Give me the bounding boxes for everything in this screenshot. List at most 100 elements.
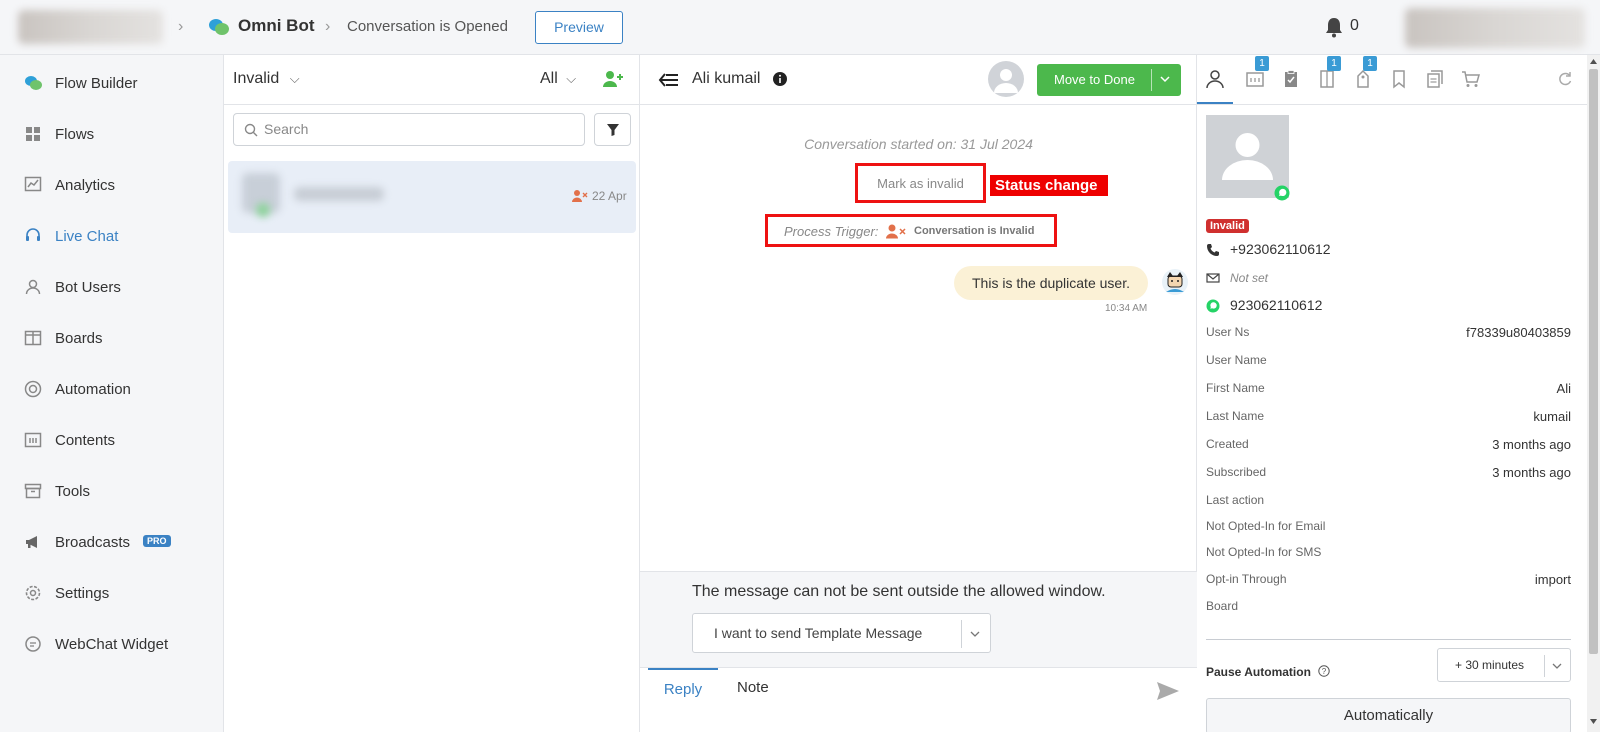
add-user-icon[interactable] (602, 69, 624, 89)
svg-text:?: ? (1322, 667, 1327, 676)
pause-duration-select[interactable]: + 30 minutes (1437, 648, 1571, 682)
phone-icon (1207, 244, 1219, 256)
tab-tags[interactable]: 1 (1353, 56, 1377, 89)
scrollbar-thumb[interactable] (1589, 69, 1598, 654)
help-icon[interactable]: ? (1318, 665, 1330, 677)
field-row: First Name Ali (1206, 381, 1571, 399)
bell-icon[interactable] (1324, 16, 1344, 38)
sidebar-item-flows[interactable]: Flows (0, 114, 224, 154)
field-value: 3 months ago (1492, 465, 1571, 480)
channel-dot (256, 203, 270, 217)
tab-tasks[interactable] (1281, 69, 1301, 89)
conversation-list-item[interactable]: 22 Apr (228, 161, 636, 233)
chevron-down-icon[interactable] (1160, 75, 1170, 83)
sidebar-item-analytics[interactable]: Analytics (0, 165, 224, 205)
preview-button[interactable]: Preview (535, 11, 623, 44)
tab-badge: 1 (1327, 56, 1341, 71)
whatsapp-number: 923062110612 (1230, 297, 1323, 313)
status-change-annotation: Status change (990, 175, 1108, 196)
mail-icon (1206, 273, 1220, 283)
window-notice-text: The message can not be sent outside the … (692, 583, 1106, 600)
sidebar-item-label: Flows (55, 125, 95, 143)
tab-note[interactable]: Note (737, 668, 769, 708)
user-invalid-icon (886, 224, 906, 239)
sidebar-item-webchat-widget[interactable]: WebChat Widget (0, 624, 224, 664)
tab-orders[interactable] (1461, 69, 1481, 89)
sidebar-item-label: Bot Users (55, 278, 121, 296)
refresh-button[interactable] (1557, 69, 1577, 89)
status-filter-dropdown[interactable]: Invalid ⌵ (233, 70, 300, 88)
field-key: Created (1206, 437, 1249, 451)
megaphone-icon (26, 536, 37, 548)
sidebar-item-broadcasts[interactable]: Broadcasts PRO (0, 522, 224, 562)
field-key: Board (1206, 599, 1239, 613)
field-row: Subscribed 3 months ago (1206, 465, 1571, 483)
brand-name[interactable]: Omni Bot (238, 16, 315, 36)
field-key: Not Opted-In for SMS (1206, 545, 1322, 559)
sidebar-item-tools[interactable]: Tools (0, 471, 224, 511)
filter-button[interactable] (594, 113, 631, 146)
sidebar-item-bot-users[interactable]: Bot Users (0, 267, 224, 307)
tab-bookmarks[interactable] (1389, 69, 1409, 89)
email-value: Not set (1230, 271, 1269, 285)
board-icon (24, 330, 42, 346)
breadcrumb-current: Conversation is Opened (347, 18, 508, 35)
status-badge: Invalid (1206, 219, 1249, 233)
automatically-button[interactable]: Automatically (1206, 698, 1571, 732)
send-icon[interactable] (1156, 681, 1180, 701)
tab-reply[interactable]: Reply (648, 668, 718, 708)
scope-filter-dropdown[interactable]: All ⌵ (540, 70, 576, 88)
tab-documents[interactable]: 1 (1317, 56, 1341, 89)
field-key: Last Name (1206, 409, 1265, 423)
page-scrollbar[interactable] (1587, 55, 1600, 732)
search-input[interactable] (264, 121, 564, 137)
field-key: Last action (1206, 493, 1265, 507)
scroll-down-icon[interactable] (1590, 719, 1597, 724)
chat-icon (25, 636, 41, 652)
sidebar-item-label: Broadcasts (55, 533, 131, 551)
back-arrow-icon[interactable] (658, 71, 680, 89)
sidebar-item-label: Live Chat (55, 227, 119, 245)
sidebar-item-flow-builder[interactable]: Flow Builder (0, 63, 224, 103)
process-trigger-value: Conversation is Invalid (914, 225, 1035, 237)
search-field[interactable] (233, 113, 585, 146)
sidebar-item-automation[interactable]: Automation (0, 369, 224, 409)
tab-notes[interactable] (1425, 69, 1445, 89)
template-message-select[interactable]: I want to send Template Message (692, 613, 991, 653)
assignee-avatar[interactable] (988, 61, 1024, 97)
pause-duration-value: + 30 minutes (1455, 658, 1525, 672)
status-filter-label: Invalid (233, 70, 280, 87)
info-icon[interactable] (773, 72, 787, 86)
field-value: 3 months ago (1492, 437, 1571, 452)
user-icon (25, 279, 41, 295)
button-divider (1151, 69, 1152, 91)
sidebar-item-settings[interactable]: Settings (0, 573, 224, 613)
sidebar-item-label: Analytics (55, 176, 116, 194)
field-value: f78339u80403859 (1466, 325, 1571, 340)
tab-calendar[interactable]: 1 (1245, 56, 1269, 89)
sidebar-item-boards[interactable]: Boards (0, 318, 224, 358)
field-value: kumail (1533, 409, 1571, 424)
conversation-list-header: Invalid ⌵ All ⌵ (224, 55, 640, 105)
field-row: User Ns f78339u80403859 (1206, 325, 1571, 343)
notification-count: 0 (1350, 17, 1359, 34)
message-bubble: This is the duplicate user. (954, 266, 1148, 300)
template-select-label: I want to send Template Message (714, 625, 923, 641)
sidebar-item-live-chat[interactable]: Live Chat (0, 216, 224, 256)
workspace-selector[interactable] (18, 10, 163, 44)
whatsapp-icon (1206, 299, 1220, 313)
tag-icon (1357, 69, 1369, 88)
headset-icon (26, 228, 40, 241)
breadcrumb-chevron-icon: › (325, 18, 331, 35)
field-key: User Ns (1206, 325, 1250, 339)
user-account-menu[interactable] (1405, 8, 1585, 48)
mark-invalid-event-highlight: Mark as invalid (855, 163, 986, 203)
tab-badge: 1 (1363, 56, 1377, 71)
chevron-down-icon: ⌵ (289, 71, 300, 86)
scroll-up-icon[interactable] (1590, 59, 1597, 64)
tab-profile[interactable] (1197, 69, 1233, 104)
user-avatar-icon (994, 69, 1018, 93)
sidebar-item-contents[interactable]: Contents (0, 420, 224, 460)
composer-bar: Reply Note (640, 667, 1197, 732)
move-to-done-button[interactable]: Move to Done (1037, 64, 1181, 96)
